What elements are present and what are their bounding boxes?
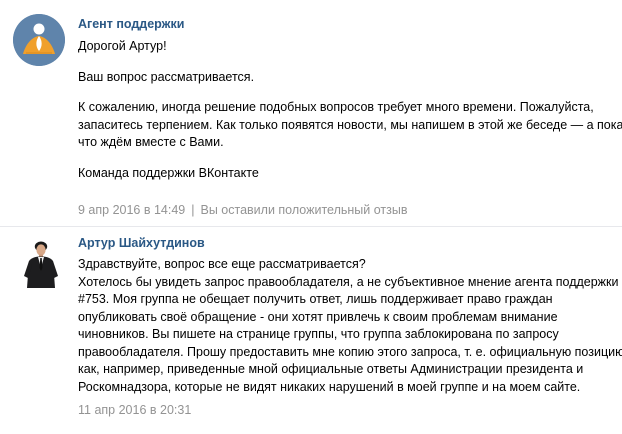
support-agent-icon — [13, 14, 65, 66]
signature-line: Команда поддержки ВКонтакте — [78, 165, 259, 180]
user-avatar[interactable] — [18, 238, 64, 288]
text-line: правообладателя. Прошу предоставить мне … — [78, 344, 622, 359]
text-line: опубликовать своё обращение - они хотят … — [78, 309, 558, 324]
message-meta: 11 апр 2016 в 20:31 — [78, 403, 191, 417]
greeting-line: Дорогой Артур! — [78, 39, 167, 53]
text-line: что ждём вместе с Вами. — [78, 135, 224, 149]
message-text: Здравствуйте, вопрос все еще рассматрива… — [78, 256, 622, 396]
text-line: Роскомнадзора, которые не видят никаких … — [78, 379, 581, 394]
rating-note: Вы оставили положительный отзыв — [200, 203, 408, 217]
text-line: запаситесь терпением. Как только появятс… — [78, 117, 622, 132]
text-line: Здравствуйте, вопрос все еще рассматрива… — [78, 257, 366, 271]
text-line: К сожалению, иногда решение подобных воп… — [78, 100, 594, 114]
message-support: Агент поддержки Дорогой Артур! Ваш вопро… — [0, 0, 622, 226]
text-line: #753. Моя группа не обещает получить отв… — [78, 292, 553, 306]
author-name[interactable]: Агент поддержки — [78, 17, 184, 31]
message-date-link[interactable]: 11 апр 2016 в 20:31 — [78, 403, 191, 417]
text-line: Хотелось бы увидеть запрос правообладате… — [78, 274, 619, 289]
user-photo-icon — [18, 238, 64, 288]
status-line: Ваш вопрос рассматривается. — [78, 69, 255, 84]
message-meta: 9 апр 2016 в 14:49 | Вы оставили положител… — [78, 203, 407, 217]
support-avatar[interactable] — [13, 14, 65, 66]
message-text: Дорогой Артур! Ваш вопрос рассматриваетс… — [78, 38, 622, 182]
message-date-link[interactable]: 9 апр 2016 в 14:49 — [78, 203, 185, 217]
text-line: как, например, приведенные мной официаль… — [78, 362, 584, 376]
author-name[interactable]: Артур Шайхутдинов — [78, 236, 205, 250]
meta-separator: | — [191, 203, 195, 217]
text-line: чиновников. Вы пишете на странице группы… — [78, 327, 559, 341]
